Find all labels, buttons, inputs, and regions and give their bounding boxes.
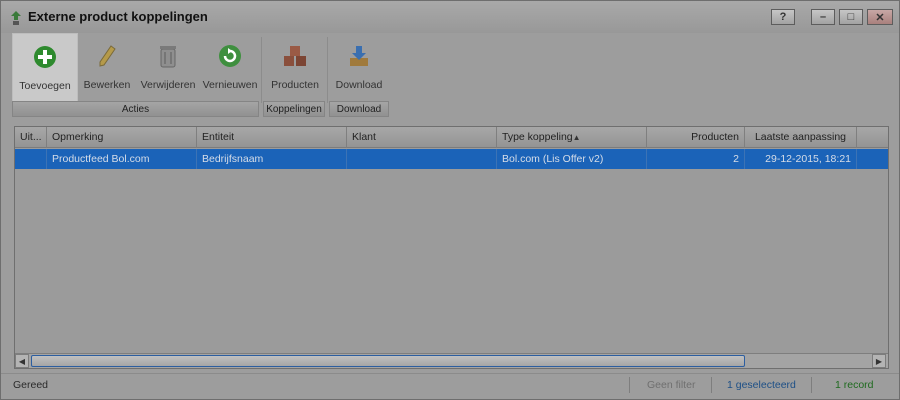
- products-button-label: Producten: [271, 79, 319, 91]
- cell-laatste-aanpassing: 29-12-2015, 18:21: [745, 149, 857, 169]
- minimize-icon: –: [819, 11, 827, 23]
- edit-button-label: Bewerken: [83, 79, 131, 91]
- trash-icon: [155, 43, 181, 69]
- main-window: Externe product koppelingen ? – □ ✕ Toev…: [0, 0, 900, 400]
- group-label-koppelingen: Koppelingen: [263, 101, 325, 117]
- horizontal-scrollbar[interactable]: ◀ ▶: [15, 353, 888, 368]
- status-separator: [629, 377, 630, 393]
- window-title: Externe product koppelingen: [28, 9, 208, 24]
- sort-ascending-icon: ▲: [572, 133, 581, 142]
- refresh-icon: [217, 43, 243, 69]
- cell-klant: [347, 149, 497, 169]
- group-label-download: Download: [329, 101, 389, 117]
- grid-header: Uit... Opmerking Entiteit Klant Type kop…: [15, 127, 888, 148]
- scrollbar-thumb[interactable]: [31, 355, 745, 367]
- close-icon: ✕: [875, 11, 885, 24]
- refresh-button-label: Vernieuwen: [202, 79, 258, 91]
- link-arrow-icon: [11, 11, 21, 25]
- column-header-klant[interactable]: Klant: [347, 127, 497, 148]
- column-header-type-koppeling-label: Type koppeling: [502, 131, 573, 143]
- group-separator: [327, 37, 328, 103]
- column-header-entiteit[interactable]: Entiteit: [197, 127, 347, 148]
- refresh-button[interactable]: Vernieuwen: [201, 33, 259, 103]
- cell-type-koppeling: Bol.com (Lis Offer v2): [497, 149, 647, 169]
- group-separator: [261, 37, 262, 103]
- record-count: 1 record: [835, 379, 874, 391]
- pencil-icon: [94, 43, 120, 69]
- delete-button-label: Verwijderen: [140, 79, 196, 91]
- column-header-uit[interactable]: Uit...: [15, 127, 47, 148]
- filter-status[interactable]: Geen filter: [641, 374, 701, 396]
- scroll-right-icon[interactable]: ▶: [872, 354, 886, 368]
- cell-opmerking: Productfeed Bol.com: [47, 149, 197, 169]
- add-icon: [32, 44, 58, 70]
- delete-button[interactable]: Verwijderen: [137, 33, 199, 103]
- column-header-opmerking[interactable]: Opmerking: [47, 127, 197, 148]
- selected-count: 1 geselecteerd: [727, 379, 796, 391]
- products-button[interactable]: Producten: [265, 33, 325, 103]
- cell-entiteit: Bedrijfsnaam: [197, 149, 347, 169]
- group-label-acties: Acties: [12, 101, 259, 117]
- column-header-producten[interactable]: Producten: [647, 127, 745, 148]
- column-header-laatste-aanpassing[interactable]: Laatste aanpassing: [745, 127, 857, 148]
- download-button-label: Download: [335, 79, 383, 91]
- maximize-button[interactable]: □: [839, 9, 863, 25]
- download-icon: [346, 43, 372, 69]
- data-grid: Uit... Opmerking Entiteit Klant Type kop…: [14, 126, 889, 369]
- cell-producten: 2: [647, 149, 745, 169]
- title-bar: Externe product koppelingen ? – □ ✕: [1, 1, 899, 33]
- table-row[interactable]: Productfeed Bol.com Bedrijfsnaam Bol.com…: [15, 149, 888, 169]
- close-button[interactable]: ✕: [867, 9, 893, 25]
- help-button[interactable]: ?: [771, 9, 795, 25]
- minimize-button[interactable]: –: [811, 9, 835, 25]
- help-button-label: ?: [779, 11, 787, 23]
- status-bar: Gereed Geen filter 1 geselecteerd 1 reco…: [1, 373, 899, 395]
- boxes-icon: [282, 43, 308, 69]
- scroll-left-icon[interactable]: ◀: [15, 354, 29, 368]
- cell-uit: [15, 149, 47, 169]
- ribbon-toolbar: Toevoegen Bewerken Verwijderen Vernieuwe…: [9, 33, 893, 119]
- column-header-type-koppeling[interactable]: Type koppeling▲: [497, 127, 647, 148]
- edit-button[interactable]: Bewerken: [81, 33, 133, 103]
- download-button[interactable]: Download: [331, 33, 387, 103]
- maximize-icon: □: [847, 11, 855, 23]
- status-separator: [811, 377, 812, 393]
- status-text: Gereed: [13, 379, 49, 391]
- status-separator: [711, 377, 712, 393]
- add-button-label: Toevoegen: [19, 80, 71, 92]
